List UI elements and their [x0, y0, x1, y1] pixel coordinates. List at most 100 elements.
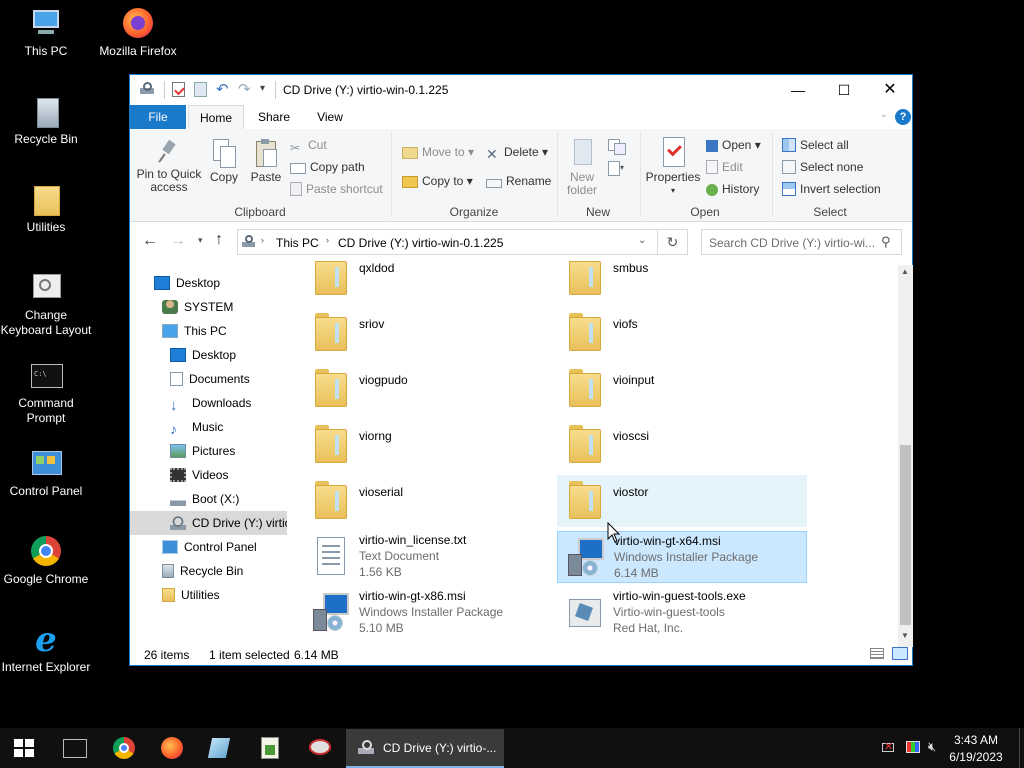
- tab-share[interactable]: Share: [246, 105, 302, 129]
- show-desktop-button[interactable]: [1019, 728, 1024, 768]
- search-icon[interactable]: ⚲: [881, 234, 891, 250]
- properties-button[interactable]: Properties ▾: [644, 137, 702, 197]
- tab-home[interactable]: Home: [188, 105, 244, 129]
- recent-locations-icon[interactable]: ▾: [198, 235, 203, 246]
- tab-file[interactable]: File: [130, 105, 186, 129]
- search-box[interactable]: Search CD Drive (Y:) virtio-wi... ⚲: [701, 229, 902, 255]
- history-button[interactable]: History: [706, 182, 759, 196]
- folder-item[interactable]: viorng: [303, 419, 553, 471]
- redo-icon[interactable]: ↷: [238, 80, 251, 98]
- desktop-icon-utilities[interactable]: Utilities: [0, 184, 92, 235]
- paste-shortcut-button[interactable]: Paste shortcut: [290, 182, 383, 196]
- copy-button[interactable]: Copy: [204, 139, 244, 184]
- select-none-button[interactable]: Select none: [782, 160, 863, 174]
- nav-item-desktop[interactable]: Desktop: [170, 348, 236, 362]
- up-button[interactable]: ↑: [215, 231, 223, 249]
- scroll-down-icon[interactable]: ▼: [901, 631, 909, 640]
- folder-item[interactable]: sriov: [303, 307, 553, 359]
- nav-item-boot-drive[interactable]: Boot (X:): [170, 492, 239, 506]
- folder-item[interactable]: vioscsi: [557, 419, 807, 471]
- desktop-icon-control-panel[interactable]: Control Panel: [0, 448, 92, 499]
- folder-item-hover[interactable]: viostor: [557, 475, 807, 527]
- copy-path-button[interactable]: Copy path: [290, 160, 365, 174]
- select-all-button[interactable]: Select all: [782, 138, 849, 152]
- nav-item-system[interactable]: SYSTEM: [162, 300, 233, 314]
- customize-toolbar-icon[interactable]: ▾: [260, 83, 265, 94]
- properties-quick-icon[interactable]: [172, 82, 185, 97]
- copy-to-button[interactable]: Copy to ▾: [402, 174, 473, 188]
- close-button[interactable]: ✕: [867, 75, 913, 105]
- scrollbar-thumb[interactable]: [900, 445, 911, 625]
- desktop-icon-command-prompt[interactable]: C:\ Command Prompt: [0, 360, 92, 426]
- nav-item-documents[interactable]: Documents: [170, 372, 250, 386]
- forward-button[interactable]: →: [170, 232, 186, 250]
- file-item-guest-tools[interactable]: virtio-win-guest-tools.exe Virtio-win-gu…: [557, 587, 807, 639]
- breadcrumb-cd-drive[interactable]: CD Drive (Y:) virtio-win-0.1.225: [338, 236, 503, 250]
- new-folder-quick-icon[interactable]: [194, 82, 207, 97]
- volume-muted-icon[interactable]: 🔇︎: [928, 739, 936, 755]
- new-item-icon[interactable]: [608, 137, 628, 155]
- taskbar-active-explorer[interactable]: CD Drive (Y:) virtio-...: [346, 729, 504, 768]
- large-icons-view-icon[interactable]: [892, 647, 908, 660]
- nav-item-videos[interactable]: Videos: [170, 468, 228, 482]
- desktop-icon-internet-explorer[interactable]: e Internet Explorer: [0, 623, 92, 675]
- folder-item[interactable]: qxldod: [303, 261, 553, 303]
- help-button[interactable]: ?: [895, 109, 911, 125]
- network-icon[interactable]: ✕: [882, 741, 896, 755]
- start-button[interactable]: [0, 728, 48, 768]
- taskbar-chrome[interactable]: [100, 728, 148, 768]
- taskbar-notepad[interactable]: [196, 728, 244, 768]
- nav-item-pictures[interactable]: Pictures: [170, 444, 235, 458]
- new-folder-button[interactable]: New folder: [562, 139, 602, 197]
- folder-item[interactable]: smbus: [557, 261, 807, 303]
- nav-item-recycle-bin[interactable]: Recycle Bin: [162, 564, 243, 578]
- rename-button[interactable]: Rename: [486, 174, 551, 188]
- paste-button[interactable]: Paste: [246, 139, 286, 184]
- taskbar-firefox[interactable]: [148, 728, 196, 768]
- edit-button[interactable]: Edit: [706, 160, 743, 174]
- refresh-icon[interactable]: ↻: [658, 229, 688, 255]
- undo-icon[interactable]: ↶: [216, 80, 229, 98]
- drive-icon[interactable]: [140, 82, 156, 96]
- back-button[interactable]: ←: [142, 232, 158, 250]
- taskbar-paint[interactable]: [296, 728, 344, 768]
- address-bar[interactable]: › This PC › CD Drive (Y:) virtio-win-0.1…: [237, 229, 658, 255]
- taskbar-sheet-app[interactable]: [246, 728, 294, 768]
- nav-item-utilities[interactable]: Utilities: [162, 588, 220, 602]
- folder-item[interactable]: vioinput: [557, 363, 807, 415]
- desktop-icon-recycle-bin[interactable]: Recycle Bin: [0, 96, 92, 147]
- desktop-icon-this-pc[interactable]: This PC: [0, 8, 92, 59]
- clock-time[interactable]: 3:43 AM: [944, 733, 1008, 747]
- tab-view[interactable]: View: [302, 105, 358, 129]
- minimize-button[interactable]: —: [775, 75, 821, 105]
- desktop-icon-firefox[interactable]: Mozilla Firefox: [92, 8, 184, 59]
- file-item-msi-x64-selected[interactable]: virtio-win-gt-x64.msi Windows Installer …: [557, 531, 807, 583]
- folder-item[interactable]: vioserial: [303, 475, 553, 527]
- nav-item-desktop-root[interactable]: Desktop: [154, 276, 220, 290]
- folder-item[interactable]: viofs: [557, 307, 807, 359]
- nav-item-control-panel[interactable]: Control Panel: [162, 540, 257, 554]
- nav-item-this-pc[interactable]: This PC: [162, 324, 227, 338]
- cut-button[interactable]: ✂ Cut: [290, 138, 327, 155]
- desktop-icon-google-chrome[interactable]: Google Chrome: [0, 536, 92, 587]
- taskbar-command-prompt[interactable]: [50, 728, 98, 768]
- invert-selection-button[interactable]: Invert selection: [782, 182, 881, 196]
- title-bar[interactable]: ↶ ↷ ▾ CD Drive (Y:) virtio-win-0.1.225 —…: [130, 75, 912, 105]
- vertical-scrollbar[interactable]: ▲ ▼: [898, 265, 913, 647]
- file-item-license[interactable]: virtio-win_license.txt Text Document 1.5…: [303, 531, 553, 583]
- move-to-button[interactable]: Move to ▾: [402, 145, 474, 159]
- expand-ribbon-icon[interactable]: ⌄: [880, 109, 890, 120]
- open-button[interactable]: Open ▾: [706, 138, 761, 152]
- display-icon[interactable]: [906, 741, 920, 753]
- file-item-msi-x86[interactable]: virtio-win-gt-x86.msi Windows Installer …: [303, 587, 553, 639]
- address-dropdown-icon[interactable]: ⌄: [638, 235, 646, 246]
- delete-button[interactable]: ✕ Delete ▾: [486, 145, 548, 162]
- scroll-up-icon[interactable]: ▲: [901, 267, 909, 276]
- nav-item-downloads[interactable]: ↓ Downloads: [170, 396, 251, 413]
- details-view-icon[interactable]: [870, 648, 884, 659]
- desktop-icon-change-keyboard-layout[interactable]: Change Keyboard Layout: [0, 272, 92, 338]
- clock-date[interactable]: 6/19/2023: [944, 750, 1008, 764]
- nav-item-cd-drive[interactable]: CD Drive (Y:) virtio: [170, 516, 287, 530]
- easy-access-icon[interactable]: ▾: [608, 161, 628, 177]
- nav-item-music[interactable]: ♪ Music: [170, 420, 223, 436]
